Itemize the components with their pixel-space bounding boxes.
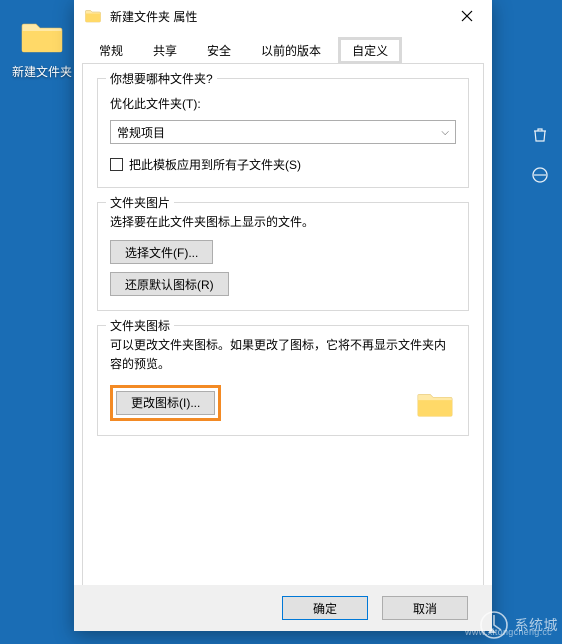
- tabstrip: 常规 共享 安全 以前的版本 自定义: [74, 34, 492, 64]
- choose-file-button[interactable]: 选择文件(F)...: [110, 240, 213, 264]
- group-folder-icon-title: 文件夹图标: [106, 317, 174, 334]
- group-folder-picture: 文件夹图片 选择要在此文件夹图标上显示的文件。 选择文件(F)... 还原默认图…: [97, 202, 469, 311]
- optimize-select-value: 常规项目: [117, 124, 165, 141]
- tab-customize[interactable]: 自定义: [338, 37, 402, 64]
- optimize-select[interactable]: 常规项目 ⌵: [110, 120, 456, 144]
- cancel-button[interactable]: 取消: [382, 596, 468, 620]
- folder-icon: [84, 7, 102, 25]
- checkbox-icon: [110, 158, 123, 171]
- folder-picture-desc: 选择要在此文件夹图标上显示的文件。: [110, 213, 456, 232]
- watermark-sub: www.xitongcheng.cc: [465, 627, 552, 637]
- restore-default-button[interactable]: 还原默认图标(R): [110, 272, 229, 296]
- folder-icon-desc: 可以更改文件夹图标。如果更改了图标，它将不再显示文件夹内容的预览。: [110, 336, 456, 374]
- titlebar: 新建文件夹 属性: [74, 0, 492, 32]
- close-button[interactable]: [446, 2, 488, 30]
- properties-dialog: 新建文件夹 属性 常规 共享 安全 以前的版本 自定义 你想要哪种文件夹? 优化…: [74, 0, 492, 631]
- desktop-folder[interactable]: 新建文件夹: [12, 18, 72, 80]
- optimize-label: 优化此文件夹(T):: [110, 95, 456, 112]
- desktop-tray: [528, 120, 552, 200]
- group-folder-type: 你想要哪种文件夹? 优化此文件夹(T): 常规项目 ⌵ 把此模板应用到所有子文件…: [97, 78, 469, 188]
- close-icon: [461, 10, 473, 22]
- group-folder-icon: 文件夹图标 可以更改文件夹图标。如果更改了图标，它将不再显示文件夹内容的预览。 …: [97, 325, 469, 435]
- change-icon-highlight: 更改图标(I)...: [110, 385, 221, 421]
- desktop-folder-label: 新建文件夹: [12, 63, 72, 80]
- tab-security[interactable]: 安全: [192, 36, 246, 64]
- group-folder-picture-title: 文件夹图片: [106, 194, 174, 211]
- tab-previous-versions[interactable]: 以前的版本: [246, 36, 336, 64]
- folder-preview-icon: [414, 385, 456, 421]
- tab-sharing[interactable]: 共享: [138, 36, 192, 64]
- dialog-title: 新建文件夹 属性: [110, 8, 446, 25]
- chevron-down-icon: ⌵: [441, 127, 449, 138]
- trash-icon: [531, 126, 549, 144]
- tab-general[interactable]: 常规: [84, 36, 138, 64]
- apply-subfolders-label: 把此模板应用到所有子文件夹(S): [129, 156, 301, 173]
- tab-panel: 你想要哪种文件夹? 优化此文件夹(T): 常规项目 ⌵ 把此模板应用到所有子文件…: [82, 63, 484, 597]
- group-folder-type-title: 你想要哪种文件夹?: [106, 70, 217, 87]
- dialog-footer: 确定 取消: [74, 585, 492, 631]
- watermark: 系统城 www.xitongcheng.cc: [479, 610, 559, 640]
- apply-subfolders-checkbox[interactable]: 把此模板应用到所有子文件夹(S): [110, 156, 456, 173]
- folder-icon: [20, 18, 64, 54]
- ok-button[interactable]: 确定: [282, 596, 368, 620]
- edge-icon: [531, 166, 549, 184]
- change-icon-button[interactable]: 更改图标(I)...: [116, 391, 215, 415]
